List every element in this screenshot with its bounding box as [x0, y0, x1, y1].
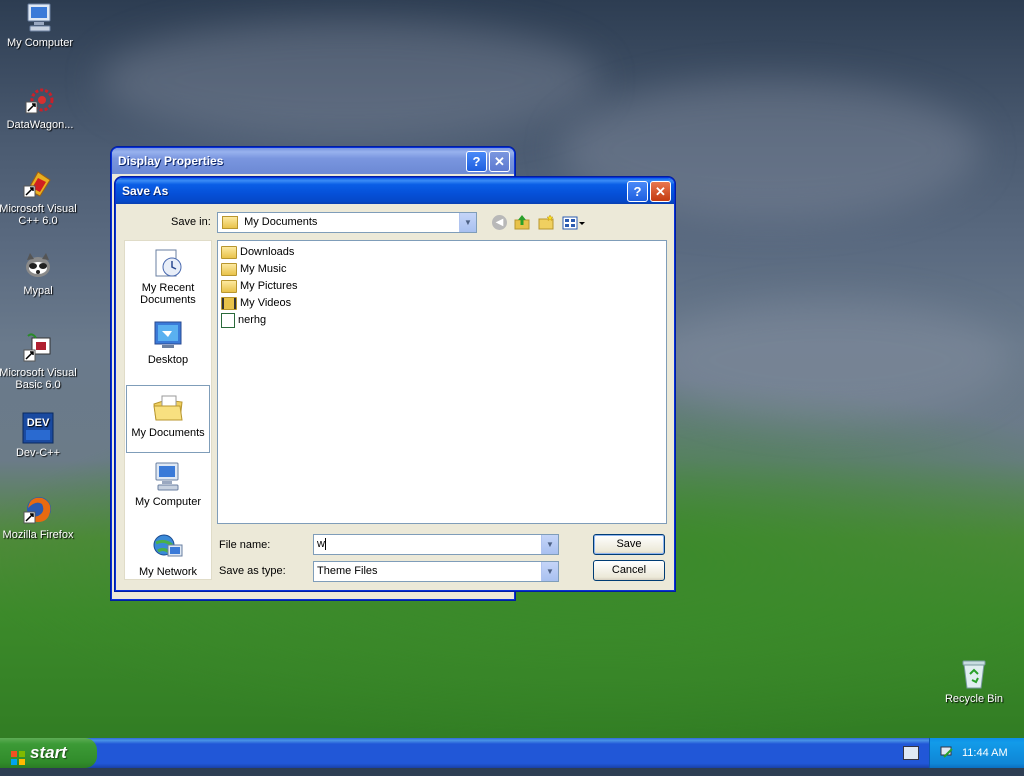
firefox-icon — [22, 494, 54, 526]
chevron-down-icon[interactable]: ▼ — [459, 213, 476, 232]
desktop-icon-my-computer[interactable]: My Computer — [0, 2, 80, 49]
desktop-icon-label: Dev-C++ — [15, 447, 61, 459]
file-name: My Music — [240, 263, 287, 275]
my-documents-folder-icon — [222, 215, 238, 229]
back-icon[interactable]: ◀ — [492, 215, 507, 230]
file-name-value: w — [317, 538, 325, 550]
help-button[interactable]: ? — [627, 181, 648, 202]
file-list-item[interactable]: My Pictures — [221, 278, 297, 294]
chevron-down-icon[interactable]: ▼ — [541, 535, 558, 554]
save-button[interactable]: Save — [593, 534, 665, 555]
file-list-item[interactable]: My Videos — [221, 295, 291, 311]
save-in-dropdown[interactable]: My Documents ▼ — [217, 212, 477, 233]
desktop-icon-recycle-bin[interactable]: Recycle Bin — [934, 658, 1014, 705]
clock[interactable]: 11:44 AM — [962, 747, 1008, 759]
file-name: My Pictures — [240, 280, 298, 292]
file-list-item[interactable]: My Music — [221, 261, 286, 277]
taskbar: start 11:44 AM — [0, 738, 1024, 768]
file-name: My Videos — [240, 297, 292, 309]
file-list[interactable]: Downloads My Music My Pictures My Videos… — [217, 240, 667, 524]
desktop-icon-label: Microsoft Visual Basic 6.0 — [0, 367, 77, 391]
place-label: My Computer — [134, 496, 202, 508]
videos-folder-icon — [221, 296, 237, 310]
desktop-icon-label: Mozilla Firefox — [2, 529, 74, 541]
up-folder-icon[interactable] — [514, 214, 530, 230]
file-name-input[interactable]: w ▼ — [313, 534, 559, 555]
new-folder-icon[interactable] — [538, 214, 554, 230]
place-label: My Documents — [131, 427, 205, 439]
visual-basic-icon — [22, 332, 54, 364]
datawagon-icon — [24, 84, 56, 116]
desktop-icon-visual-cpp[interactable]: Microsoft Visual C++ 6.0 — [0, 168, 78, 227]
cancel-button[interactable]: Cancel — [593, 560, 665, 581]
folder-icon — [221, 245, 237, 259]
keyboard-icon[interactable] — [903, 746, 919, 760]
save-as-titlebar[interactable]: Save As ? ✕ — [116, 178, 674, 204]
save-in-label: Save in: — [171, 216, 211, 228]
desktop-icon-label: DataWagon... — [6, 119, 74, 131]
places-bar: My Recent Documents Desktop My Documents… — [124, 240, 212, 580]
place-my-documents[interactable]: My Documents — [126, 385, 210, 453]
network-icon — [152, 531, 184, 563]
save-as-type-label: Save as type: — [219, 565, 286, 577]
views-menu-icon[interactable] — [562, 215, 586, 231]
save-in-value: My Documents — [244, 216, 318, 228]
text-cursor — [324, 538, 326, 551]
place-label: My Recent Documents — [140, 282, 196, 306]
chevron-down-icon[interactable]: ▼ — [541, 562, 558, 581]
sky-cloud — [650, 300, 1010, 420]
system-tray: 11:44 AM — [929, 738, 1024, 768]
file-name: Downloads — [240, 246, 295, 258]
sky-cloud — [100, 20, 600, 140]
recent-documents-icon — [152, 247, 184, 279]
display-properties-titlebar[interactable]: Display Properties ? ✕ — [112, 148, 514, 174]
file-name-label: File name: — [219, 539, 271, 551]
save-as-type-value: Theme Files — [317, 565, 378, 577]
place-desktop[interactable]: Desktop — [125, 319, 211, 366]
music-folder-icon — [221, 262, 237, 276]
desktop-icon-label: My Computer — [6, 37, 74, 49]
file-list-item[interactable]: Downloads — [221, 244, 294, 260]
desktop-icon-datawagon[interactable]: DataWagon... — [0, 84, 80, 131]
file-list-item[interactable]: nerhg — [221, 312, 266, 328]
desktop-icon-dev-cpp[interactable]: DEV Dev-C++ — [0, 412, 78, 459]
close-button[interactable]: ✕ — [489, 151, 510, 172]
network-tray-icon[interactable] — [940, 745, 954, 759]
start-label: start — [30, 743, 67, 762]
computer-icon — [152, 461, 184, 493]
desktop-icon-label: Microsoft Visual C++ 6.0 — [0, 203, 77, 227]
desktop-icon-label: Recycle Bin — [944, 693, 1004, 705]
desktop-icon-firefox[interactable]: Mozilla Firefox — [0, 494, 78, 541]
save-as-type-dropdown[interactable]: Theme Files ▼ — [313, 561, 559, 582]
place-label: My Network — [138, 566, 198, 578]
close-button[interactable]: ✕ — [650, 181, 671, 202]
place-recent-documents[interactable]: My Recent Documents — [125, 247, 211, 306]
place-label: Desktop — [147, 354, 189, 366]
file-name: nerhg — [238, 314, 267, 326]
place-my-network[interactable]: My Network — [125, 531, 211, 578]
recycle-bin-icon — [958, 658, 990, 690]
save-as-dialog: Save As ? ✕ Save in: My Documents ▼ ◀ My… — [115, 177, 675, 591]
pictures-folder-icon — [221, 279, 237, 293]
dev-cpp-icon: DEV — [22, 412, 54, 444]
file-icon — [221, 312, 235, 328]
visual-cpp-icon — [22, 168, 54, 200]
computer-icon — [24, 2, 56, 34]
start-button[interactable]: start — [0, 738, 97, 768]
windows-logo-icon — [10, 746, 26, 765]
my-documents-icon — [152, 392, 184, 424]
dialog-title: Save As — [122, 184, 169, 198]
help-button[interactable]: ? — [466, 151, 487, 172]
desktop-icon-visual-basic[interactable]: Microsoft Visual Basic 6.0 — [0, 332, 78, 391]
desktop-icon — [152, 319, 184, 351]
place-my-computer[interactable]: My Computer — [125, 461, 211, 508]
desktop-icon-mypal[interactable]: Mypal — [0, 250, 78, 297]
svg-text:DEV: DEV — [27, 417, 50, 429]
desktop-icon-label: Mypal — [23, 285, 53, 297]
window-title: Display Properties — [118, 154, 224, 168]
raccoon-icon — [22, 250, 54, 282]
